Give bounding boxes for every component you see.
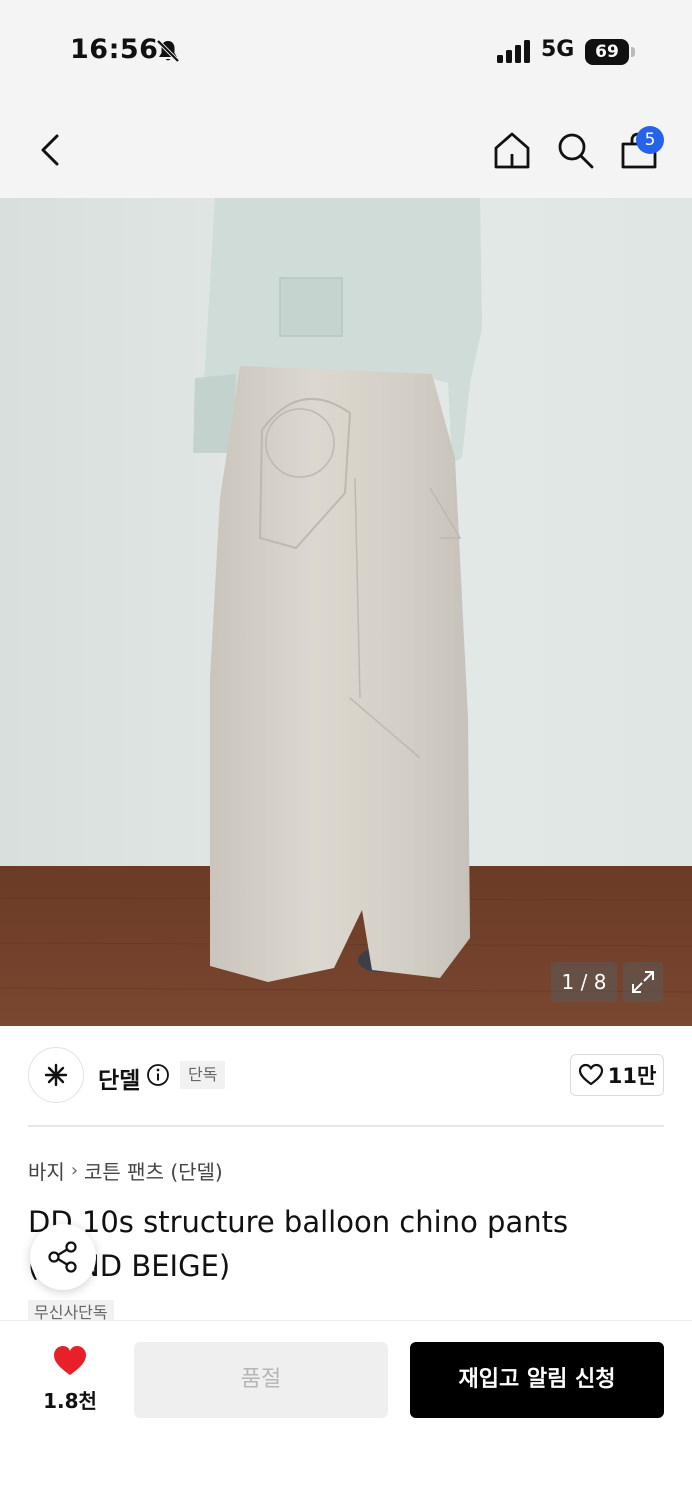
breadcrumb-subcategory[interactable]: 코튼 팬츠 (단델) bbox=[84, 1156, 223, 1185]
status-bar: 16:56 5G 69 bbox=[0, 0, 692, 100]
product-photo bbox=[0, 198, 692, 1026]
search-icon bbox=[558, 133, 594, 169]
status-time: 16:56 bbox=[70, 34, 159, 65]
app-header bbox=[0, 100, 692, 198]
bell-off-icon bbox=[156, 39, 180, 63]
brand-name[interactable]: 단델 bbox=[98, 1061, 140, 1095]
home-icon bbox=[494, 132, 530, 169]
expand-icon bbox=[632, 971, 654, 993]
product-image[interactable] bbox=[0, 198, 692, 1026]
image-counter: 1 / 8 bbox=[551, 962, 617, 1002]
breadcrumb: 바지 › 코튼 팬츠 (단델) bbox=[28, 1156, 223, 1185]
heart-outline-icon bbox=[578, 1063, 603, 1086]
divider bbox=[28, 1125, 664, 1127]
battery-icon: 69 bbox=[585, 39, 635, 65]
cart-count-badge: 5 bbox=[636, 126, 664, 154]
info-icon[interactable] bbox=[146, 1063, 170, 1087]
back-arrow-icon bbox=[41, 134, 59, 166]
search-button[interactable] bbox=[553, 126, 597, 174]
share-icon bbox=[48, 1241, 77, 1273]
home-button[interactable] bbox=[490, 126, 534, 174]
expand-image-button[interactable] bbox=[623, 962, 663, 1002]
soldout-button[interactable]: 품절 bbox=[134, 1342, 388, 1418]
brand-asterisk-icon bbox=[44, 1063, 68, 1087]
wish-count: 1.8천 bbox=[43, 1389, 97, 1413]
back-button[interactable] bbox=[28, 126, 72, 174]
signal-icon bbox=[497, 40, 530, 63]
brand-like-button[interactable]: 11만 bbox=[570, 1054, 664, 1096]
share-button[interactable] bbox=[30, 1224, 96, 1290]
battery-level: 69 bbox=[585, 39, 629, 65]
network-label: 5G bbox=[541, 37, 575, 62]
exclusive-tag: 단독 bbox=[180, 1061, 226, 1089]
brand-like-count: 11만 bbox=[607, 1064, 657, 1088]
restock-alert-button[interactable]: 재입고 알림 신청 bbox=[410, 1342, 664, 1418]
breadcrumb-category[interactable]: 바지 bbox=[28, 1156, 65, 1185]
heart-filled-icon[interactable] bbox=[52, 1344, 88, 1378]
product-title: DD 10s structure balloon chino pants (SA… bbox=[28, 1205, 569, 1283]
chevron-right-icon: › bbox=[70, 1160, 79, 1181]
brand-logo[interactable] bbox=[28, 1047, 84, 1103]
